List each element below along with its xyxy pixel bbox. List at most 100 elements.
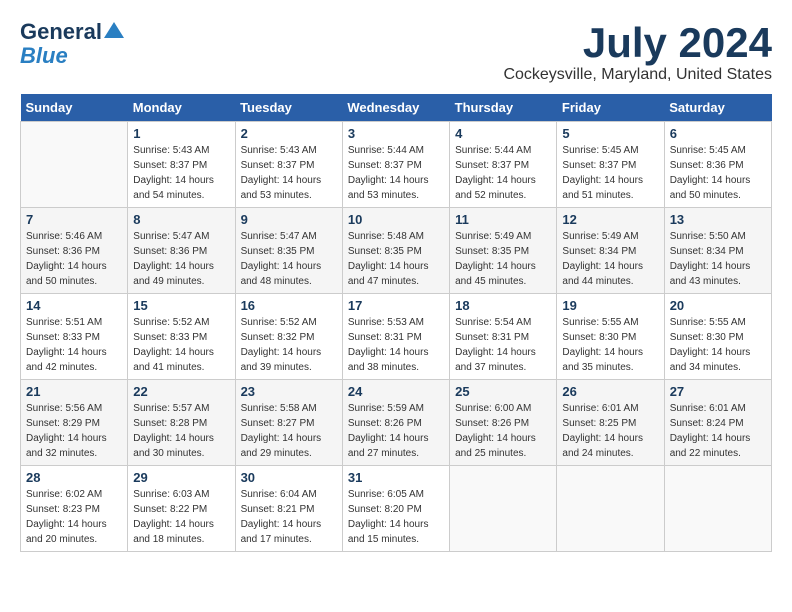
calendar-week-row: 14Sunrise: 5:51 AMSunset: 8:33 PMDayligh… bbox=[21, 294, 772, 380]
day-number: 17 bbox=[348, 298, 444, 313]
calendar-cell: 21 Sunrise: 5:56 AMSunset: 8:29 PMDayligh… bbox=[21, 380, 128, 466]
calendar-table: SundayMondayTuesdayWednesdayThursdayFrid… bbox=[20, 94, 772, 552]
calendar-cell: 29 Sunrise: 6:03 AMSunset: 8:22 PMDayligh… bbox=[128, 466, 235, 552]
calendar-week-row: 21 Sunrise: 5:56 AMSunset: 8:29 PMDayligh… bbox=[21, 380, 772, 466]
calendar-week-row: 7Sunrise: 5:46 AMSunset: 8:36 PMDaylight… bbox=[21, 208, 772, 294]
calendar-cell: 12 Sunrise: 5:49 AMSunset: 8:34 PMDayligh… bbox=[557, 208, 664, 294]
day-number: 12 bbox=[562, 212, 658, 227]
calendar-cell: 10 Sunrise: 5:48 AMSunset: 8:35 PMDayligh… bbox=[342, 208, 449, 294]
day-info: Sunrise: 5:52 AMSunset: 8:32 PMDaylight:… bbox=[241, 315, 337, 375]
day-info: Sunrise: 5:49 AMSunset: 8:34 PMDaylight:… bbox=[562, 229, 658, 289]
day-number: 19 bbox=[562, 298, 658, 313]
day-number: 21 bbox=[26, 384, 122, 399]
calendar-cell: 4 Sunrise: 5:44 AMSunset: 8:37 PMDaylight… bbox=[450, 122, 557, 208]
page-header: General Blue July 2024 Cockeysville, Mar… bbox=[20, 20, 772, 84]
day-number: 10 bbox=[348, 212, 444, 227]
day-number: 9 bbox=[241, 212, 337, 227]
day-number: 1 bbox=[133, 126, 229, 141]
calendar-cell: 5Sunrise: 5:45 AMSunset: 8:37 PMDaylight… bbox=[557, 122, 664, 208]
location: Cockeysville, Maryland, United States bbox=[503, 66, 772, 84]
day-number: 29 bbox=[133, 470, 229, 485]
month-title: July 2024 bbox=[503, 20, 772, 66]
calendar-cell: 11 Sunrise: 5:49 AMSunset: 8:35 PMDayligh… bbox=[450, 208, 557, 294]
day-info: Sunrise: 6:01 AMSunset: 8:24 PMDaylight:… bbox=[670, 401, 766, 461]
day-number: 18 bbox=[455, 298, 551, 313]
day-info: Sunrise: 5:55 AMSunset: 8:30 PMDaylight:… bbox=[562, 315, 658, 375]
day-number: 11 bbox=[455, 212, 551, 227]
calendar-cell: 23 Sunrise: 5:58 AMSunset: 8:27 PMDayligh… bbox=[235, 380, 342, 466]
logo: General Blue bbox=[20, 20, 124, 68]
day-info: Sunrise: 6:00 AMSunset: 8:26 PMDaylight:… bbox=[455, 401, 551, 461]
day-info: Sunrise: 5:54 AMSunset: 8:31 PMDaylight:… bbox=[455, 315, 551, 375]
day-info: Sunrise: 5:47 AMSunset: 8:35 PMDaylight:… bbox=[241, 229, 337, 289]
day-info: Sunrise: 5:46 AMSunset: 8:36 PMDaylight:… bbox=[26, 229, 122, 289]
day-info: Sunrise: 5:45 AMSunset: 8:37 PMDaylight:… bbox=[562, 143, 658, 203]
calendar-cell: 1 Sunrise: 5:43 AMSunset: 8:37 PMDaylight… bbox=[128, 122, 235, 208]
day-info: Sunrise: 6:04 AMSunset: 8:21 PMDaylight:… bbox=[241, 487, 337, 547]
day-number: 16 bbox=[241, 298, 337, 313]
calendar-cell: 3 Sunrise: 5:44 AMSunset: 8:37 PMDaylight… bbox=[342, 122, 449, 208]
calendar-cell: 9 Sunrise: 5:47 AMSunset: 8:35 PMDaylight… bbox=[235, 208, 342, 294]
calendar-cell: 19 Sunrise: 5:55 AMSunset: 8:30 PMDayligh… bbox=[557, 294, 664, 380]
day-info: Sunrise: 5:55 AMSunset: 8:30 PMDaylight:… bbox=[670, 315, 766, 375]
header-wednesday: Wednesday bbox=[342, 94, 449, 122]
day-number: 15 bbox=[133, 298, 229, 313]
day-info: Sunrise: 5:53 AMSunset: 8:31 PMDaylight:… bbox=[348, 315, 444, 375]
logo-icon bbox=[104, 20, 124, 40]
title-block: July 2024 Cockeysville, Maryland, United… bbox=[503, 20, 772, 84]
day-number: 31 bbox=[348, 470, 444, 485]
day-info: Sunrise: 5:56 AMSunset: 8:29 PMDaylight:… bbox=[26, 401, 122, 461]
calendar-cell: 18 Sunrise: 5:54 AMSunset: 8:31 PMDayligh… bbox=[450, 294, 557, 380]
calendar-cell: 6Sunrise: 5:45 AMSunset: 8:36 PMDaylight… bbox=[664, 122, 771, 208]
calendar-cell: 25 Sunrise: 6:00 AMSunset: 8:26 PMDayligh… bbox=[450, 380, 557, 466]
day-info: Sunrise: 5:48 AMSunset: 8:35 PMDaylight:… bbox=[348, 229, 444, 289]
calendar-cell: 15 Sunrise: 5:52 AMSunset: 8:33 PMDayligh… bbox=[128, 294, 235, 380]
day-info: Sunrise: 5:47 AMSunset: 8:36 PMDaylight:… bbox=[133, 229, 229, 289]
calendar-cell bbox=[450, 466, 557, 552]
day-info: Sunrise: 6:01 AMSunset: 8:25 PMDaylight:… bbox=[562, 401, 658, 461]
day-number: 26 bbox=[562, 384, 658, 399]
day-info: Sunrise: 5:59 AMSunset: 8:26 PMDaylight:… bbox=[348, 401, 444, 461]
calendar-cell: 31 Sunrise: 6:05 AMSunset: 8:20 PMDayligh… bbox=[342, 466, 449, 552]
day-info: Sunrise: 5:44 AMSunset: 8:37 PMDaylight:… bbox=[455, 143, 551, 203]
calendar-cell: 28 Sunrise: 6:02 AMSunset: 8:23 PMDayligh… bbox=[21, 466, 128, 552]
day-info: Sunrise: 5:45 AMSunset: 8:36 PMDaylight:… bbox=[670, 143, 766, 203]
calendar-cell: 26 Sunrise: 6:01 AMSunset: 8:25 PMDayligh… bbox=[557, 380, 664, 466]
day-info: Sunrise: 5:50 AMSunset: 8:34 PMDaylight:… bbox=[670, 229, 766, 289]
day-info: Sunrise: 5:52 AMSunset: 8:33 PMDaylight:… bbox=[133, 315, 229, 375]
day-info: Sunrise: 5:51 AMSunset: 8:33 PMDaylight:… bbox=[26, 315, 122, 375]
day-info: Sunrise: 5:43 AMSunset: 8:37 PMDaylight:… bbox=[133, 143, 229, 203]
day-number: 3 bbox=[348, 126, 444, 141]
calendar-week-row: 28 Sunrise: 6:02 AMSunset: 8:23 PMDayligh… bbox=[21, 466, 772, 552]
day-number: 2 bbox=[241, 126, 337, 141]
day-number: 8 bbox=[133, 212, 229, 227]
header-monday: Monday bbox=[128, 94, 235, 122]
calendar-cell: 22 Sunrise: 5:57 AMSunset: 8:28 PMDayligh… bbox=[128, 380, 235, 466]
day-info: Sunrise: 5:49 AMSunset: 8:35 PMDaylight:… bbox=[455, 229, 551, 289]
day-number: 23 bbox=[241, 384, 337, 399]
day-number: 22 bbox=[133, 384, 229, 399]
day-info: Sunrise: 5:44 AMSunset: 8:37 PMDaylight:… bbox=[348, 143, 444, 203]
day-number: 13 bbox=[670, 212, 766, 227]
day-info: Sunrise: 5:57 AMSunset: 8:28 PMDaylight:… bbox=[133, 401, 229, 461]
calendar-cell: 30Sunrise: 6:04 AMSunset: 8:21 PMDayligh… bbox=[235, 466, 342, 552]
calendar-cell bbox=[21, 122, 128, 208]
header-tuesday: Tuesday bbox=[235, 94, 342, 122]
day-info: Sunrise: 6:02 AMSunset: 8:23 PMDaylight:… bbox=[26, 487, 122, 547]
day-number: 4 bbox=[455, 126, 551, 141]
header-sunday: Sunday bbox=[21, 94, 128, 122]
day-number: 25 bbox=[455, 384, 551, 399]
calendar-cell: 14Sunrise: 5:51 AMSunset: 8:33 PMDayligh… bbox=[21, 294, 128, 380]
day-info: Sunrise: 6:03 AMSunset: 8:22 PMDaylight:… bbox=[133, 487, 229, 547]
day-number: 24 bbox=[348, 384, 444, 399]
calendar-week-row: 1 Sunrise: 5:43 AMSunset: 8:37 PMDaylight… bbox=[21, 122, 772, 208]
calendar-cell: 13 Sunrise: 5:50 AMSunset: 8:34 PMDayligh… bbox=[664, 208, 771, 294]
calendar-cell: 27Sunrise: 6:01 AMSunset: 8:24 PMDayligh… bbox=[664, 380, 771, 466]
day-info: Sunrise: 6:05 AMSunset: 8:20 PMDaylight:… bbox=[348, 487, 444, 547]
calendar-cell bbox=[557, 466, 664, 552]
calendar-cell bbox=[664, 466, 771, 552]
day-info: Sunrise: 5:58 AMSunset: 8:27 PMDaylight:… bbox=[241, 401, 337, 461]
calendar-cell: 24 Sunrise: 5:59 AMSunset: 8:26 PMDayligh… bbox=[342, 380, 449, 466]
day-number: 28 bbox=[26, 470, 122, 485]
logo-general: General bbox=[20, 20, 102, 44]
